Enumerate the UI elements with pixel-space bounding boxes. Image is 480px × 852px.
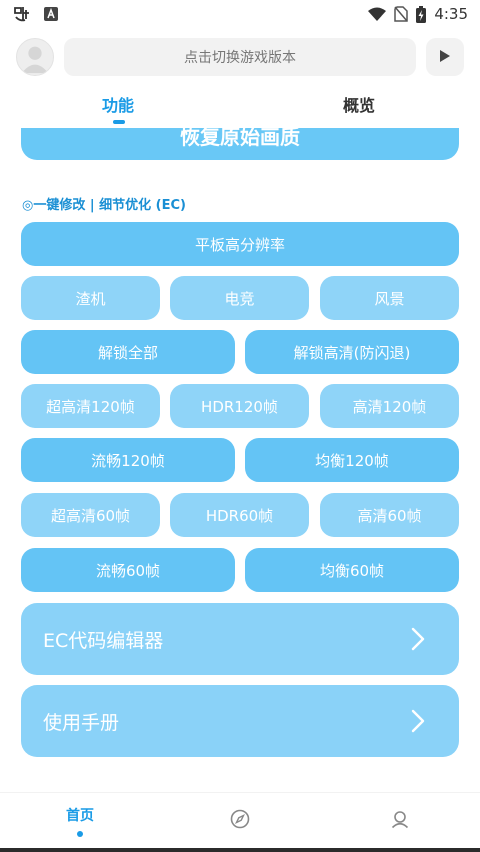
button-label: 流畅120帧 (91, 451, 165, 470)
button-label: 高清60帧 (357, 506, 422, 525)
chevron-right-icon (411, 627, 425, 656)
status-bar: 4:35 (0, 0, 480, 28)
button-label: 超高清60帧 (50, 506, 131, 525)
button-label: 均衡120帧 (315, 451, 389, 470)
button-label: HDR120帧 (201, 397, 278, 416)
system-gesture-bar (0, 848, 480, 852)
game-version-placeholder: 点击切换游戏版本 (184, 50, 296, 66)
button-label: 超高清120帧 (46, 397, 135, 416)
button-label: 渣机 (75, 289, 106, 308)
nav-home[interactable]: 首页 (50, 793, 110, 849)
app-logo-icon (12, 5, 32, 23)
bottom-navigation: 首页 (0, 792, 480, 848)
tablet-high-resolution-button[interactable]: 平板高分辨率 (21, 222, 459, 266)
balanced-120fps-button[interactable]: 均衡120帧 (245, 438, 459, 482)
preset-scenery-button[interactable]: 风景 (320, 276, 459, 320)
preset-esports-button[interactable]: 电竞 (170, 276, 309, 320)
restore-original-quality-label: 恢复原始画质 (180, 128, 300, 149)
button-label: HDR60帧 (205, 506, 274, 525)
hd-60fps-button[interactable]: 高清60帧 (320, 493, 459, 537)
compass-icon (230, 809, 250, 833)
header: 点击切换游戏版本 (0, 36, 480, 80)
section-label: ◎一键修改 | 细节优化 (EC) (22, 198, 186, 213)
ec-code-editor-button[interactable]: EC代码编辑器 (21, 603, 459, 675)
button-label: 均衡60帧 (319, 561, 385, 580)
wifi-icon (368, 7, 387, 21)
unlock-all-button[interactable]: 解锁全部 (21, 330, 235, 374)
battery-charging-icon (416, 5, 427, 23)
ec-code-editor-label: EC代码编辑器 (43, 629, 164, 652)
nav-discover[interactable] (220, 793, 260, 849)
preset-low-end-button[interactable]: 渣机 (21, 276, 160, 320)
tab-functions[interactable]: 功能 (102, 92, 134, 116)
hdr-60fps-button[interactable]: HDR60帧 (170, 493, 309, 537)
button-label: 解锁高清(防闪退) (293, 343, 411, 362)
tab-bar: 功能 概览 (0, 92, 480, 128)
button-label: 平板高分辨率 (194, 235, 285, 254)
unlock-hd-button[interactable]: 解锁高清(防闪退) (245, 330, 459, 374)
button-label: 风景 (374, 289, 405, 308)
main-content[interactable]: 恢复原始画质 ◎一键修改 | 细节优化 (EC) 平板高分辨率 渣机 电竞 风景… (0, 128, 480, 792)
button-label: 流畅60帧 (95, 561, 161, 580)
smooth-120fps-button[interactable]: 流畅120帧 (21, 438, 235, 482)
chevron-right-icon (411, 709, 425, 738)
button-label: 解锁全部 (97, 343, 158, 362)
a-notification-icon (44, 7, 58, 21)
user-manual-button[interactable]: 使用手册 (21, 685, 459, 757)
button-label: 电竞 (224, 289, 255, 308)
status-time: 4:35 (434, 5, 468, 23)
play-button[interactable] (426, 38, 464, 76)
game-version-selector[interactable]: 点击切换游戏版本 (64, 38, 416, 76)
hd-120fps-button[interactable]: 高清120帧 (320, 384, 459, 428)
nav-home-label: 首页 (66, 808, 94, 824)
hdr-120fps-button[interactable]: HDR120帧 (170, 384, 309, 428)
smooth-60fps-button[interactable]: 流畅60帧 (21, 548, 235, 592)
profile-icon (390, 809, 410, 833)
balanced-60fps-button[interactable]: 均衡60帧 (245, 548, 459, 592)
play-icon (439, 48, 451, 67)
button-label: 高清120帧 (352, 397, 427, 416)
tab-overview[interactable]: 概览 (343, 92, 375, 116)
nav-active-dot (77, 831, 83, 837)
tab-indicator (113, 120, 125, 124)
nav-profile[interactable] (380, 793, 420, 849)
user-avatar-icon[interactable] (16, 38, 54, 76)
ultra-hd-120fps-button[interactable]: 超高清120帧 (21, 384, 160, 428)
restore-original-quality-button[interactable]: 恢复原始画质 (21, 128, 459, 160)
no-sim-icon (394, 6, 409, 22)
ultra-hd-60fps-button[interactable]: 超高清60帧 (21, 493, 160, 537)
user-manual-label: 使用手册 (43, 711, 120, 734)
